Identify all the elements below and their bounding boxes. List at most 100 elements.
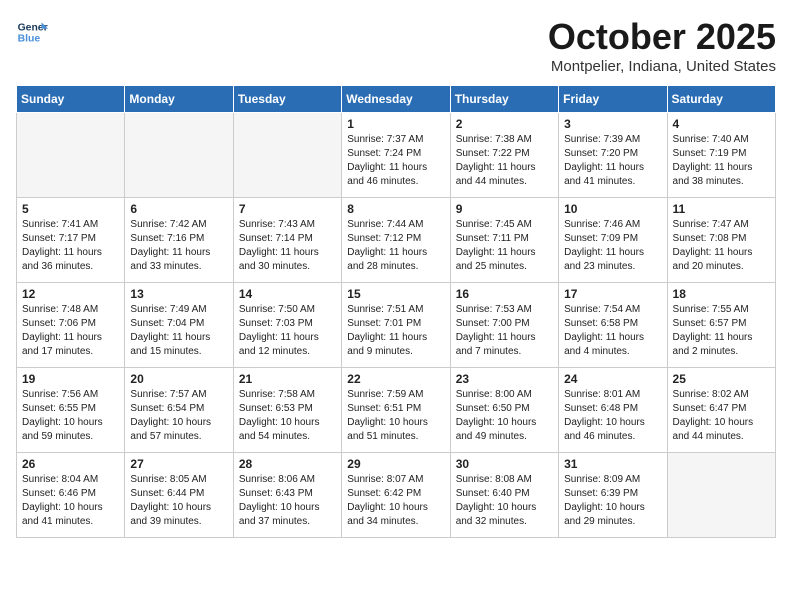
table-row (233, 113, 341, 198)
day-number: 2 (456, 117, 553, 131)
col-thursday: Thursday (450, 86, 558, 113)
day-number: 24 (564, 372, 661, 386)
day-number: 10 (564, 202, 661, 216)
table-row: 21 Sunrise: 7:58 AM Sunset: 6:53 PM Dayli… (233, 368, 341, 453)
day-info: Sunrise: 7:50 AM Sunset: 7:03 PM Dayligh… (239, 303, 336, 359)
day-info: Sunrise: 7:38 AM Sunset: 7:22 PM Dayligh… (456, 133, 553, 189)
day-number: 9 (456, 202, 553, 216)
day-info: Sunrise: 7:58 AM Sunset: 6:53 PM Dayligh… (239, 388, 336, 444)
calendar-week-row: 12Sunrise: 7:48 AM Sunset: 7:06 PM Dayli… (17, 283, 776, 368)
table-row: 12Sunrise: 7:48 AM Sunset: 7:06 PM Dayli… (17, 283, 125, 368)
day-info: Sunrise: 7:49 AM Sunset: 7:04 PM Dayligh… (130, 303, 227, 359)
calendar-title: October 2025 (548, 16, 776, 58)
table-row: 4Sunrise: 7:40 AM Sunset: 7:19 PM Daylig… (667, 113, 775, 198)
day-number: 18 (673, 287, 770, 301)
table-row: 13 Sunrise: 7:49 AM Sunset: 7:04 PM Dayli… (125, 283, 233, 368)
table-row: 16Sunrise: 7:53 AM Sunset: 7:00 PM Dayli… (450, 283, 558, 368)
day-number: 11 (673, 202, 770, 216)
calendar-week-row: 26Sunrise: 8:04 AM Sunset: 6:46 PM Dayli… (17, 453, 776, 538)
col-saturday: Saturday (667, 86, 775, 113)
table-row: 18 Sunrise: 7:55 AM Sunset: 6:57 PM Dayli… (667, 283, 775, 368)
svg-text:Blue: Blue (18, 34, 41, 45)
day-number: 13 (130, 287, 227, 301)
calendar-week-row: 5 Sunrise: 7:41 AM Sunset: 7:17 PM Daylig… (17, 198, 776, 283)
day-info: Sunrise: 8:00 AM Sunset: 6:50 PM Dayligh… (456, 388, 553, 444)
table-row: 25Sunrise: 8:02 AM Sunset: 6:47 PM Dayli… (667, 368, 775, 453)
day-info: Sunrise: 7:55 AM Sunset: 6:57 PM Dayligh… (673, 303, 770, 359)
table-row: 30 Sunrise: 8:08 AM Sunset: 6:40 PM Dayli… (450, 453, 558, 538)
table-row: 28 Sunrise: 8:06 AM Sunset: 6:43 PM Dayli… (233, 453, 341, 538)
day-info: Sunrise: 7:51 AM Sunset: 7:01 PM Dayligh… (347, 303, 444, 359)
calendar-subtitle: Montpelier, Indiana, United States (548, 58, 776, 75)
col-sunday: Sunday (17, 86, 125, 113)
table-row: 15 Sunrise: 7:51 AM Sunset: 7:01 PM Dayli… (342, 283, 450, 368)
table-row: 1Sunrise: 7:37 AM Sunset: 7:24 PM Daylig… (342, 113, 450, 198)
day-number: 1 (347, 117, 444, 131)
day-info: Sunrise: 7:42 AM Sunset: 7:16 PM Dayligh… (130, 218, 227, 274)
table-row: 6 Sunrise: 7:42 AM Sunset: 7:16 PM Daylig… (125, 198, 233, 283)
day-number: 25 (673, 372, 770, 386)
day-info: Sunrise: 7:57 AM Sunset: 6:54 PM Dayligh… (130, 388, 227, 444)
day-info: Sunrise: 8:04 AM Sunset: 6:46 PM Dayligh… (22, 473, 119, 529)
day-info: Sunrise: 7:47 AM Sunset: 7:08 PM Dayligh… (673, 218, 770, 274)
day-info: Sunrise: 7:43 AM Sunset: 7:14 PM Dayligh… (239, 218, 336, 274)
day-number: 17 (564, 287, 661, 301)
table-row: 29Sunrise: 8:07 AM Sunset: 6:42 PM Dayli… (342, 453, 450, 538)
day-number: 16 (456, 287, 553, 301)
day-number: 19 (22, 372, 119, 386)
day-number: 20 (130, 372, 227, 386)
day-info: Sunrise: 8:01 AM Sunset: 6:48 PM Dayligh… (564, 388, 661, 444)
table-row (667, 453, 775, 538)
logo-icon: General Blue (16, 16, 48, 48)
calendar-week-row: 19 Sunrise: 7:56 AM Sunset: 6:55 PM Dayli… (17, 368, 776, 453)
day-number: 15 (347, 287, 444, 301)
table-row: 3 Sunrise: 7:39 AM Sunset: 7:20 PM Daylig… (559, 113, 667, 198)
day-number: 12 (22, 287, 119, 301)
col-tuesday: Tuesday (233, 86, 341, 113)
table-row: 5 Sunrise: 7:41 AM Sunset: 7:17 PM Daylig… (17, 198, 125, 283)
logo: General Blue (16, 16, 48, 48)
table-row: 19 Sunrise: 7:56 AM Sunset: 6:55 PM Dayli… (17, 368, 125, 453)
table-row: 8Sunrise: 7:44 AM Sunset: 7:12 PM Daylig… (342, 198, 450, 283)
page-header: General Blue October 2025 Montpelier, In… (16, 16, 776, 75)
day-number: 22 (347, 372, 444, 386)
day-info: Sunrise: 8:07 AM Sunset: 6:42 PM Dayligh… (347, 473, 444, 529)
day-info: Sunrise: 7:59 AM Sunset: 6:51 PM Dayligh… (347, 388, 444, 444)
table-row: 9 Sunrise: 7:45 AM Sunset: 7:11 PM Daylig… (450, 198, 558, 283)
col-wednesday: Wednesday (342, 86, 450, 113)
day-info: Sunrise: 7:41 AM Sunset: 7:17 PM Dayligh… (22, 218, 119, 274)
table-row: 26Sunrise: 8:04 AM Sunset: 6:46 PM Dayli… (17, 453, 125, 538)
table-row: 23Sunrise: 8:00 AM Sunset: 6:50 PM Dayli… (450, 368, 558, 453)
day-number: 21 (239, 372, 336, 386)
day-number: 7 (239, 202, 336, 216)
day-number: 8 (347, 202, 444, 216)
day-number: 30 (456, 457, 553, 471)
table-row: 20 Sunrise: 7:57 AM Sunset: 6:54 PM Dayli… (125, 368, 233, 453)
day-info: Sunrise: 8:09 AM Sunset: 6:39 PM Dayligh… (564, 473, 661, 529)
day-info: Sunrise: 7:54 AM Sunset: 6:58 PM Dayligh… (564, 303, 661, 359)
day-info: Sunrise: 7:39 AM Sunset: 7:20 PM Dayligh… (564, 133, 661, 189)
day-number: 28 (239, 457, 336, 471)
day-number: 6 (130, 202, 227, 216)
col-monday: Monday (125, 86, 233, 113)
table-row: 14Sunrise: 7:50 AM Sunset: 7:03 PM Dayli… (233, 283, 341, 368)
table-row: 22 Sunrise: 7:59 AM Sunset: 6:51 PM Dayli… (342, 368, 450, 453)
day-info: Sunrise: 7:46 AM Sunset: 7:09 PM Dayligh… (564, 218, 661, 274)
day-number: 5 (22, 202, 119, 216)
table-row (17, 113, 125, 198)
day-info: Sunrise: 8:06 AM Sunset: 6:43 PM Dayligh… (239, 473, 336, 529)
day-info: Sunrise: 7:45 AM Sunset: 7:11 PM Dayligh… (456, 218, 553, 274)
day-info: Sunrise: 8:08 AM Sunset: 6:40 PM Dayligh… (456, 473, 553, 529)
title-block: October 2025 Montpelier, Indiana, United… (548, 16, 776, 75)
day-number: 27 (130, 457, 227, 471)
day-number: 3 (564, 117, 661, 131)
day-info: Sunrise: 7:56 AM Sunset: 6:55 PM Dayligh… (22, 388, 119, 444)
calendar-table: Sunday Monday Tuesday Wednesday Thursday… (16, 85, 776, 538)
table-row: 2 Sunrise: 7:38 AM Sunset: 7:22 PM Daylig… (450, 113, 558, 198)
day-info: Sunrise: 8:05 AM Sunset: 6:44 PM Dayligh… (130, 473, 227, 529)
table-row: 31Sunrise: 8:09 AM Sunset: 6:39 PM Dayli… (559, 453, 667, 538)
table-row: 7 Sunrise: 7:43 AM Sunset: 7:14 PM Daylig… (233, 198, 341, 283)
calendar-week-row: 1Sunrise: 7:37 AM Sunset: 7:24 PM Daylig… (17, 113, 776, 198)
table-row (125, 113, 233, 198)
table-row: 17 Sunrise: 7:54 AM Sunset: 6:58 PM Dayli… (559, 283, 667, 368)
